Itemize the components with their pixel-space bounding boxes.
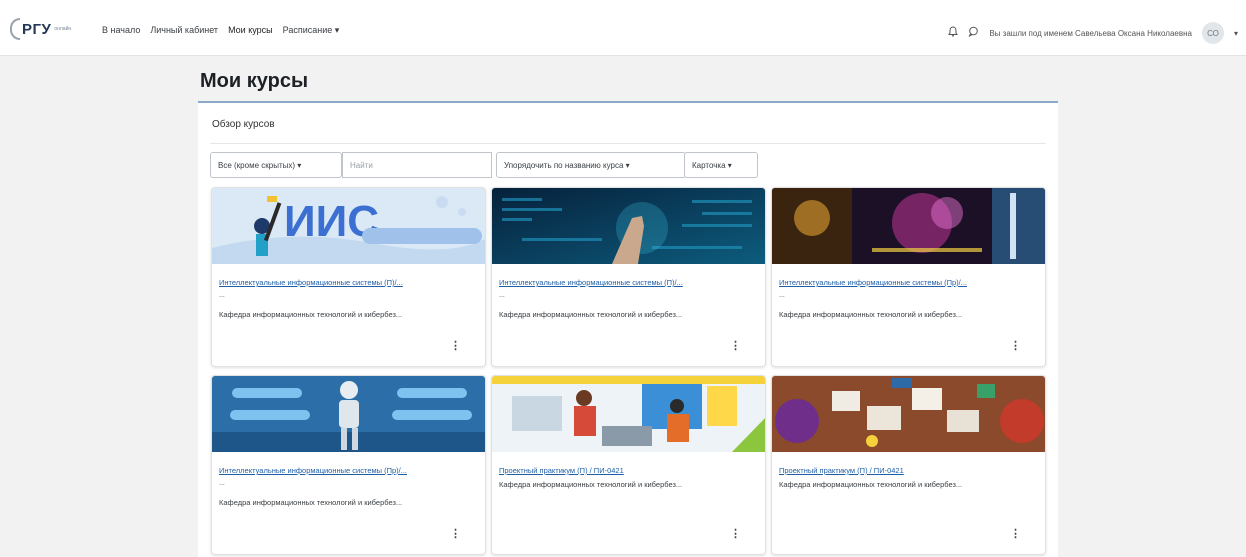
sort-dropdown[interactable]: Упорядочить по названию курса ▾: [496, 152, 686, 178]
course-title-link[interactable]: Проектный практикум (П) / ПИ-0421: [779, 466, 1041, 475]
avatar[interactable]: СО: [1201, 22, 1224, 44]
bell-icon[interactable]: [948, 26, 959, 40]
course-menu-button[interactable]: ⋮: [1010, 527, 1021, 540]
course-category: Кафедра информационных технологий и кибе…: [219, 310, 403, 319]
panel-divider: [210, 143, 1046, 144]
chat-icon[interactable]: [968, 26, 979, 40]
course-title-overflow: ...: [219, 480, 225, 487]
view-dropdown[interactable]: Карточка ▾: [684, 152, 758, 178]
course-card[interactable]: Интеллектуальные информационные системы …: [491, 187, 766, 367]
course-title-link[interactable]: Интеллектуальные информационные системы …: [219, 466, 481, 475]
course-category: Кафедра информационных технологий и кибе…: [499, 480, 683, 489]
course-card[interactable]: Проектный практикум (П) / ПИ-0421 Кафедр…: [771, 375, 1046, 555]
course-card[interactable]: ИИС Интеллектуальные информационные сист…: [211, 187, 486, 367]
nav-dashboard[interactable]: Личный кабинет: [150, 25, 218, 36]
course-title-link[interactable]: Интеллектуальные информационные системы …: [219, 278, 481, 287]
course-image-city-lights[interactable]: [772, 188, 1046, 264]
course-overview-panel: Обзор курсов Все (кроме скрытых) ▾ Найти…: [198, 103, 1058, 557]
course-title-link[interactable]: Интеллектуальные информационные системы …: [499, 278, 761, 287]
site-logo[interactable]: РГУ онлайн: [10, 18, 71, 40]
course-title-link[interactable]: Проектный практикум (П) / ПИ-0421: [499, 466, 761, 475]
logo-text: РГУ: [22, 20, 52, 38]
page-title: Мои курсы: [200, 70, 309, 92]
course-image-iis[interactable]: ИИС: [212, 188, 486, 264]
search-input[interactable]: Найти: [342, 152, 492, 178]
primary-navigation: В начало Личный кабинет Мои курсы Распис…: [102, 25, 339, 36]
chevron-down-icon[interactable]: ▾: [1234, 29, 1238, 38]
logo-subtext: онлайн: [54, 26, 72, 32]
course-menu-button[interactable]: ⋮: [1010, 339, 1021, 352]
nav-schedule[interactable]: Расписание ▾: [283, 25, 340, 36]
top-navbar: РГУ онлайн В начало Личный кабинет Мои к…: [0, 0, 1246, 56]
nav-home[interactable]: В начало: [102, 25, 140, 36]
course-card[interactable]: Интеллектуальные информационные системы …: [771, 187, 1046, 367]
logged-in-as-text: Вы зашли под именем Савельева Оксана Ник…: [989, 28, 1192, 38]
logo-arc: [10, 18, 20, 40]
course-menu-button[interactable]: ⋮: [730, 339, 741, 352]
course-category: Кафедра информационных технологий и кибе…: [779, 310, 963, 319]
course-title-link[interactable]: Интеллектуальные информационные системы …: [779, 278, 1041, 287]
course-menu-button[interactable]: ⋮: [730, 527, 741, 540]
course-menu-button[interactable]: ⋮: [450, 339, 461, 352]
course-title-overflow: ...: [219, 292, 225, 299]
course-image-data-tech[interactable]: [492, 188, 766, 264]
course-image-desk-topdown[interactable]: [772, 376, 1046, 452]
grouping-dropdown[interactable]: Все (кроме скрытых) ▾: [210, 152, 342, 178]
course-title-overflow: ...: [499, 292, 505, 299]
course-image-robot[interactable]: [212, 376, 486, 452]
course-category: Кафедра информационных технологий и кибе…: [499, 310, 683, 319]
course-card[interactable]: Интеллектуальные информационные системы …: [211, 375, 486, 555]
course-category: Кафедра информационных технологий и кибе…: [219, 498, 403, 507]
course-title-overflow: ...: [779, 292, 785, 299]
panel-heading: Обзор курсов: [212, 119, 275, 130]
nav-my-courses[interactable]: Мои курсы: [228, 25, 273, 36]
user-area: Вы зашли под именем Савельева Оксана Ник…: [948, 22, 1238, 44]
course-image-teamwork[interactable]: [492, 376, 766, 452]
course-menu-button[interactable]: ⋮: [450, 527, 461, 540]
course-card[interactable]: Проектный практикум (П) / ПИ-0421 Кафедр…: [491, 375, 766, 555]
course-category: Кафедра информационных технологий и кибе…: [779, 480, 963, 489]
